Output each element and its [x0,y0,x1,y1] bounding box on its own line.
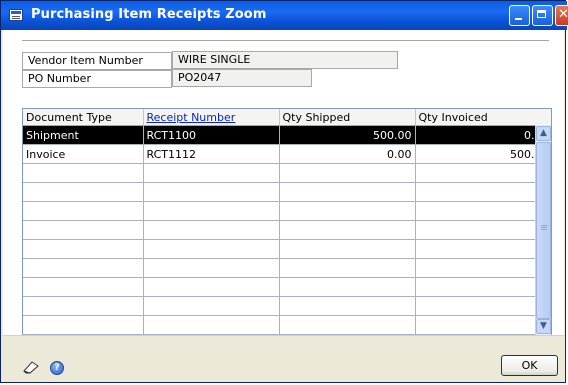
empty-cell[interactable] [143,258,280,278]
empty-table-row[interactable] [23,258,551,278]
empty-cell[interactable] [279,182,416,202]
empty-cell[interactable] [279,239,416,259]
empty-cell[interactable] [415,239,551,259]
empty-cell[interactable] [415,163,551,183]
cell-document-type[interactable]: Shipment [23,125,144,145]
empty-table-row[interactable] [23,239,551,259]
empty-table-row[interactable] [23,201,551,221]
table-row[interactable]: Invoice RCT1112 0.00 500.00 [23,144,551,164]
table-row[interactable]: ShipmentRCT1100500.000.00 [23,125,551,145]
cell-qty-invoiced[interactable]: 0.00 [415,125,551,145]
empty-cell[interactable] [23,296,144,316]
footer-divider [3,335,564,336]
help-icon[interactable]: ? [50,361,64,375]
empty-cell[interactable] [23,182,144,202]
scroll-up-button[interactable]: ▲ [536,126,551,141]
cell-document-type[interactable]: Invoice [23,144,144,164]
vertical-scrollbar[interactable]: ▲ ▼ [535,125,551,335]
empty-cell[interactable] [415,315,551,335]
window-icon [9,9,23,21]
close-button[interactable] [555,5,568,26]
scroll-down-button[interactable]: ▼ [536,319,551,334]
cell-qty-shipped[interactable]: 500.00 [279,125,416,145]
empty-cell[interactable] [415,258,551,278]
empty-cell[interactable] [23,277,144,297]
empty-cell[interactable] [279,277,416,297]
column-header-qty-invoiced: Qty Invoiced [415,109,551,126]
minimize-button[interactable] [509,5,530,26]
cell-qty-invoiced[interactable]: 500.00 [415,144,551,164]
empty-cell[interactable] [415,277,551,297]
empty-table-row[interactable] [23,315,551,335]
empty-cell[interactable] [23,258,144,278]
empty-cell[interactable] [415,220,551,240]
empty-cell[interactable] [279,163,416,183]
empty-cell[interactable] [415,201,551,221]
empty-table-row[interactable] [23,220,551,240]
receipt-number-sort-link[interactable]: Receipt Number [147,111,236,124]
empty-cell[interactable] [23,201,144,221]
empty-cell[interactable] [23,163,144,183]
divider [22,40,549,41]
empty-cell[interactable] [279,220,416,240]
empty-table-row[interactable] [23,296,551,316]
column-header-qty-shipped: Qty Shipped [279,109,416,126]
empty-cell[interactable] [279,315,416,335]
column-header-receipt-number[interactable]: Receipt Number [143,109,280,126]
empty-cell[interactable] [143,220,280,240]
empty-cell[interactable] [23,220,144,240]
empty-cell[interactable] [23,239,144,259]
empty-cell[interactable] [143,277,280,297]
receipts-grid: Document Type Receipt Number Qty Shipped… [22,108,552,336]
scroll-thumb[interactable] [536,142,551,319]
empty-cell[interactable] [143,315,280,335]
cell-receipt-number[interactable]: RCT1112 [143,144,280,164]
table-header-row: Document Type Receipt Number Qty Shipped… [23,109,551,126]
empty-cell[interactable] [279,296,416,316]
dialog-window: Purchasing Item Receipts Zoom Vendor Ite… [0,0,568,383]
empty-cell[interactable] [415,296,551,316]
receipts-table: Document Type Receipt Number Qty Shipped… [23,109,551,335]
vendor-item-label: Vendor Item Number [22,52,172,70]
empty-table-row[interactable] [23,182,551,202]
empty-cell[interactable] [143,296,280,316]
empty-cell[interactable] [143,163,280,183]
title-bar[interactable]: Purchasing Item Receipts Zoom [1,1,568,30]
empty-cell[interactable] [279,201,416,221]
po-number-field: PO2047 [172,69,312,87]
empty-cell[interactable] [279,258,416,278]
window-title: Purchasing Item Receipts Zoom [31,7,267,22]
cell-receipt-number[interactable]: RCT1100 [143,125,280,145]
maximize-button[interactable] [532,5,553,26]
note-icon[interactable] [22,360,40,374]
empty-cell[interactable] [143,239,280,259]
cell-qty-shipped[interactable]: 0.00 [279,144,416,164]
empty-cell[interactable] [143,182,280,202]
ok-button[interactable]: OK [501,355,558,376]
vendor-item-field: WIRE SINGLE [172,51,398,69]
empty-cell[interactable] [143,201,280,221]
empty-cell[interactable] [23,315,144,335]
empty-cell[interactable] [415,182,551,202]
column-header-document-type: Document Type [23,109,144,126]
empty-table-row[interactable] [23,277,551,297]
empty-table-row[interactable] [23,163,551,183]
po-number-label: PO Number [22,70,172,88]
